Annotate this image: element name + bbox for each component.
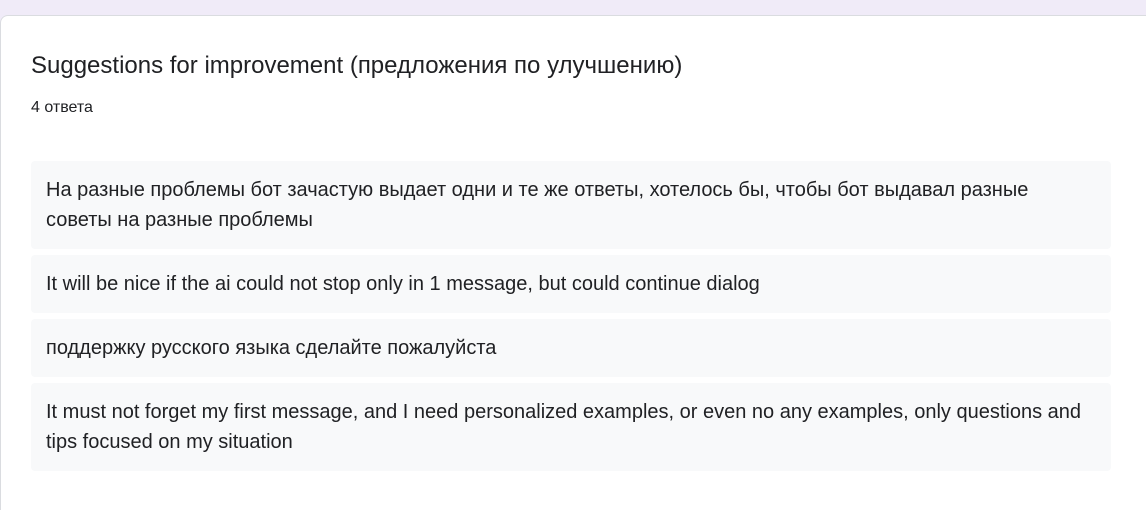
question-summary-card: Suggestions for improvement (предложения…: [0, 15, 1146, 510]
response-list: На разные проблемы бот зачастую выдает о…: [31, 161, 1111, 477]
response-item: It will be nice if the ai could not stop…: [31, 255, 1111, 313]
response-item: На разные проблемы бот зачастую выдает о…: [31, 161, 1111, 249]
page: Suggestions for improvement (предложения…: [0, 0, 1146, 510]
response-item: поддержку русского языка сделайте пожалу…: [31, 319, 1111, 377]
response-count: 4 ответа: [31, 99, 93, 116]
response-item: It must not forget my first message, and…: [31, 383, 1111, 471]
question-title: Suggestions for improvement (предложения…: [31, 52, 683, 79]
